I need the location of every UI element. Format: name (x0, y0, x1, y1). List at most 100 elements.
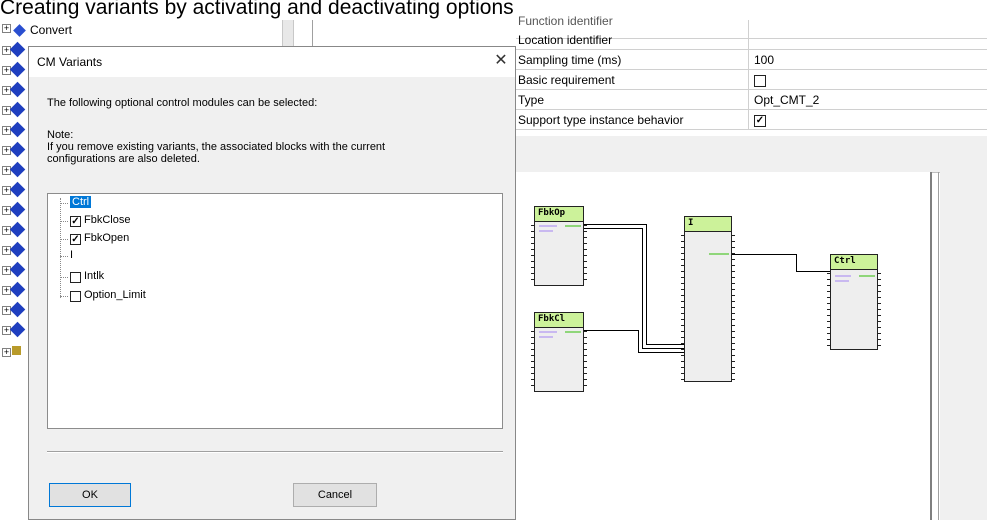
expand-icon[interactable]: + (2, 206, 11, 215)
option-limit-checkbox[interactable] (70, 291, 81, 302)
tree-row[interactable]: + (0, 281, 26, 298)
connection-wire (642, 348, 684, 349)
tree-row[interactable]: + (0, 41, 26, 58)
intlk-checkbox[interactable] (70, 272, 81, 283)
tree-row[interactable]: + (0, 301, 26, 318)
tree-item-fbkopen[interactable]: FbkOpen (84, 232, 129, 244)
tree-row[interactable]: + (0, 181, 26, 198)
dialog-title: CM Variants (37, 55, 103, 69)
output-pin (877, 297, 881, 298)
pin-marker (539, 331, 557, 333)
tree-row[interactable]: + (0, 201, 26, 218)
input-pin (681, 331, 685, 332)
input-pin (531, 379, 535, 380)
tree-row[interactable]: + (0, 81, 26, 98)
tree-item-ctrl[interactable]: Ctrl (70, 196, 92, 208)
property-name: Location identifier (518, 33, 613, 47)
property-row[interactable]: Location identifier (516, 30, 987, 50)
input-pin (681, 319, 685, 320)
block-ctrl[interactable]: Ctrl (827, 254, 881, 350)
cm-variants-dialog: CM Variants ✕ The following optional con… (28, 46, 516, 520)
connection-wire (796, 254, 797, 271)
expand-icon[interactable]: + (2, 186, 11, 195)
property-name: Type (518, 93, 545, 107)
block-fbkop[interactable]: FbkOp (531, 206, 587, 286)
input-pin (531, 343, 535, 344)
expand-icon[interactable]: + (2, 266, 11, 275)
support-type-checkbox[interactable]: ✓ (754, 115, 766, 127)
tree-row[interactable]: + (0, 221, 26, 238)
blue-diamond-icon (9, 161, 26, 178)
splitter[interactable] (282, 20, 294, 46)
expand-icon[interactable]: + (2, 348, 11, 357)
output-pin (731, 259, 735, 260)
input-pin (827, 339, 831, 340)
basic-requirement-checkbox[interactable] (754, 75, 766, 87)
variants-tree[interactable]: Ctrl ✓ FbkClose ✓ FbkOpen I Intlk Option… (47, 193, 503, 429)
output-pin (731, 361, 735, 362)
expand-icon[interactable]: + (2, 246, 11, 255)
tree-row[interactable]: + (0, 121, 26, 138)
tree-row[interactable]: + (0, 101, 26, 118)
input-pin (681, 289, 685, 290)
tree-row[interactable]: + (0, 344, 21, 360)
output-pin (877, 303, 881, 304)
ok-button[interactable]: OK (49, 483, 131, 507)
tree-item-intlk[interactable]: Intlk (84, 270, 104, 282)
input-pin (681, 361, 685, 362)
input-pin (681, 349, 685, 350)
expand-icon[interactable]: + (2, 146, 11, 155)
expand-icon[interactable]: + (2, 46, 11, 55)
tree-item-convert[interactable]: Convert (30, 23, 72, 37)
dialog-titlebar[interactable]: CM Variants ✕ (29, 47, 515, 77)
input-pin (827, 333, 831, 334)
tree-item-i[interactable]: I (70, 249, 73, 261)
input-pin (827, 345, 831, 346)
block-i[interactable]: I (681, 216, 735, 382)
close-icon[interactable]: ✕ (491, 51, 511, 71)
connection-wire (646, 224, 647, 344)
tree-row[interactable]: + (0, 321, 26, 338)
expand-icon[interactable]: + (2, 306, 11, 315)
expand-icon[interactable]: + (2, 226, 11, 235)
expand-icon[interactable]: + (2, 106, 11, 115)
input-pin (531, 373, 535, 374)
pin-marker (539, 336, 553, 338)
expand-icon[interactable]: + (2, 286, 11, 295)
output-pin (731, 241, 735, 242)
fbkclose-checkbox[interactable]: ✓ (70, 216, 81, 227)
output-pin (731, 343, 735, 344)
property-row[interactable]: Type Opt_CMT_2 (516, 90, 987, 110)
connection-wire (732, 254, 796, 255)
input-pin (681, 301, 685, 302)
property-row[interactable]: Basic requirement (516, 70, 987, 90)
expand-icon[interactable]: + (2, 66, 11, 75)
cancel-button[interactable]: Cancel (293, 483, 377, 507)
tree-row[interactable]: + (0, 161, 26, 178)
property-row[interactable]: Support type instance behavior ✓ (516, 110, 987, 130)
property-row[interactable]: Sampling time (ms) 100 (516, 50, 987, 70)
expand-icon[interactable]: + (2, 166, 11, 175)
input-pin (681, 277, 685, 278)
output-pin (877, 285, 881, 286)
expand-icon[interactable]: + (2, 326, 11, 335)
block-fbkcl[interactable]: FbkCl (531, 312, 587, 392)
tree-row[interactable]: + (0, 141, 26, 158)
input-pin (827, 327, 831, 328)
input-pin (681, 253, 685, 254)
tree-item-option-limit[interactable]: Option_Limit (84, 289, 146, 301)
tree-row[interactable]: + (0, 241, 26, 258)
input-pin (681, 325, 685, 326)
input-pin (531, 367, 535, 368)
tree-row[interactable]: + (0, 261, 26, 278)
expand-icon[interactable]: + (2, 126, 11, 135)
expand-icon[interactable]: + (2, 24, 11, 33)
fbkopen-checkbox[interactable]: ✓ (70, 234, 81, 245)
expand-icon[interactable]: + (2, 86, 11, 95)
property-value[interactable]: Opt_CMT_2 (754, 93, 819, 107)
tree-item-fbkclose[interactable]: FbkClose (84, 214, 130, 226)
tree-row[interactable]: + (0, 61, 26, 78)
output-pin (583, 273, 587, 274)
property-value[interactable]: 100 (754, 53, 774, 67)
cfc-diagram[interactable]: FbkOp FbkCl I Ctrl (516, 172, 932, 520)
